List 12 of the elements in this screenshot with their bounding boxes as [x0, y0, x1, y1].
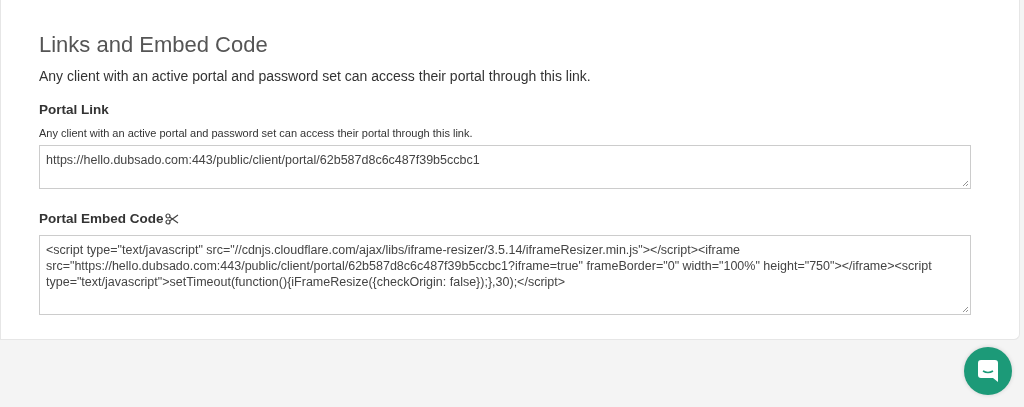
section-title: Links and Embed Code [39, 32, 269, 58]
code-field[interactable]: <script type="text/javascript" src="//cdnjs.cloudflare.com/ajax/libs/iframe-resizer/3.5.14/iframeResizer.min.js"></script><iframe src="https://hello.dubsado.com:443/public/client/portal/62b587d8c6c487f39b5ccbc1?iframe=true" frameBorder="0" width="100%" height="750"></iframe><script type="text/javascript">setTimeout(function(){iFrameResize({checkOrigin: false});},30);</script> [39, 235, 971, 315]
resize-handle-icon[interactable] [962, 180, 968, 186]
link-field[interactable]: https://hello.dubsado.com:443/public/client/portal/62b587d8c6c487f39b5ccbc1 [39, 145, 971, 189]
scissors-icon[interactable] [164, 212, 179, 225]
section-description: Any client with an active portal and password set can access their portal through this link. [39, 68, 592, 84]
help-text: Any client with an active portal and password set can access their portal through this link. [39, 127, 474, 139]
chat-icon [978, 360, 998, 382]
chat-button[interactable] [964, 347, 1012, 395]
resize-handle-icon[interactable] [962, 306, 968, 312]
field-label: Portal Embed Code [39, 211, 164, 226]
field-label: Portal Link [39, 102, 109, 117]
